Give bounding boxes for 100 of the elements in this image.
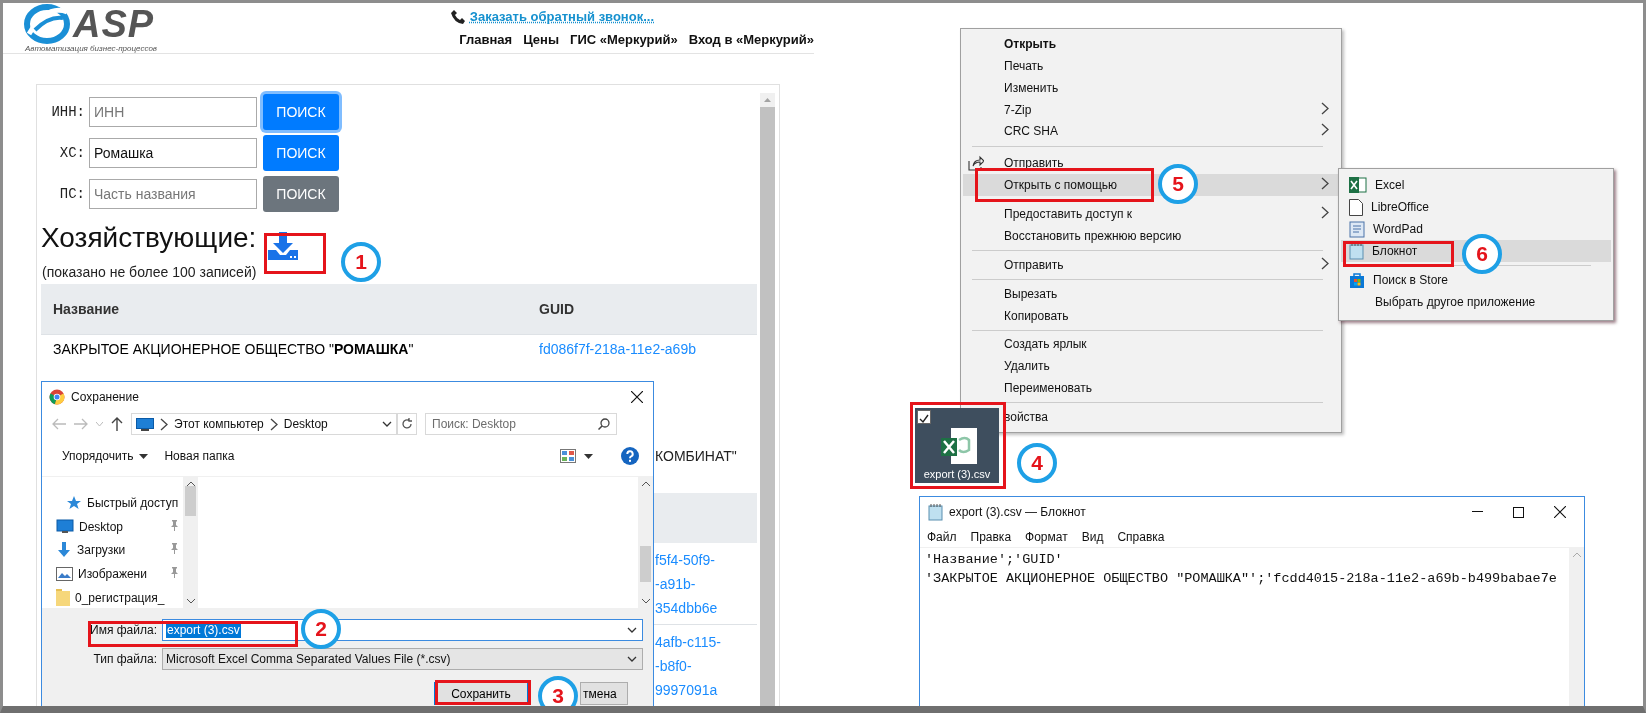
dropdown-chevron-icon[interactable]	[627, 627, 637, 633]
monitor-icon	[136, 417, 154, 431]
caret-icon	[584, 453, 593, 459]
nav-pane-item[interactable]: Загрузки	[42, 540, 183, 561]
submenu-chevron-icon	[1321, 256, 1329, 270]
menu-item[interactable]: Удалить	[963, 355, 1339, 378]
cancel-button[interactable]: тмена	[580, 682, 628, 705]
nav-link[interactable]: Цены	[523, 32, 559, 47]
scroll-down-icon[interactable]	[641, 599, 650, 604]
pin-icon	[170, 567, 179, 579]
scrollbar[interactable]	[638, 477, 653, 608]
menu-item[interactable]: Восстановить прежнюю версию	[963, 225, 1339, 247]
menu-item[interactable]: Вырезать	[963, 282, 1339, 305]
search-button[interactable]: ПОИСК	[263, 93, 339, 130]
nav-pane-item[interactable]: Быстрый доступ	[42, 493, 183, 514]
menu-bar-item[interactable]: Формат	[1025, 530, 1068, 544]
notepad-icon	[928, 503, 943, 521]
globe-logo-icon	[23, 4, 71, 44]
image-icon	[56, 567, 73, 582]
scroll-up-icon[interactable]	[641, 481, 650, 486]
highlight-frame	[264, 233, 326, 274]
nav-link[interactable]: Главная	[459, 32, 513, 47]
nav-link[interactable]: Вход в «Меркурий»	[688, 32, 814, 47]
menu-bar-item[interactable]: Вид	[1081, 530, 1104, 544]
text-line: 'ЗАКРЫТОЕ АКЦИОНЕРНОЕ ОБЩЕСТВО "РОМАШКА"';'fcdd4015-218a-11e2-a69b-b499babae7e	[925, 570, 1558, 588]
document-app-icon	[1349, 220, 1365, 238]
menu-item[interactable]: Изменить	[963, 76, 1339, 99]
scroll-thumb[interactable]	[640, 546, 651, 582]
window-title: export (3).csv — Блокнот	[949, 505, 1086, 519]
scrollbar[interactable]	[1569, 548, 1584, 706]
search-icon	[598, 418, 610, 430]
pin-icon	[170, 543, 179, 555]
monitor-icon	[56, 519, 74, 535]
breadcrumb-chevron-icon	[269, 417, 278, 431]
menu-item[interactable]: Печать	[963, 54, 1339, 77]
search-field[interactable]: ИНН	[89, 96, 257, 127]
minimize-icon[interactable]	[1472, 511, 1483, 513]
menu-bar-item[interactable]: Файл	[927, 530, 957, 544]
file-type-dropdown[interactable]: Microsoft Excel Comma Separated Values File (*.csv)	[162, 648, 643, 670]
new-folder-button[interactable]: Новая папка	[160, 446, 239, 466]
field-label: ПС:	[58, 185, 85, 202]
nav-pane-item[interactable]: Изображени	[42, 563, 183, 585]
desktop-file-icon[interactable]: export (3).csv	[915, 408, 999, 483]
search-field[interactable]: Поиск: Desktop	[425, 413, 617, 435]
close-icon[interactable]	[631, 391, 643, 403]
dropdown-chevron-icon[interactable]	[382, 421, 392, 427]
browser-icon	[49, 389, 65, 405]
scrollbar[interactable]	[183, 477, 198, 608]
dialog-title: Сохранение	[71, 390, 139, 404]
column-header: Название	[52, 301, 121, 317]
submenu-chevron-icon	[1321, 177, 1329, 191]
share-icon	[968, 155, 984, 172]
pin-icon	[170, 519, 179, 531]
search-button[interactable]: ПОИСК	[263, 134, 339, 171]
scroll-thumb[interactable]	[185, 486, 196, 516]
step-badge: 1	[341, 242, 381, 282]
field-label: Тип файла:	[92, 652, 158, 666]
menu-item[interactable]: Создать ярлык	[963, 333, 1339, 356]
address-bar[interactable]: Этот компьютер Desktop	[131, 413, 397, 435]
field-label: Имя файла:	[89, 623, 158, 637]
search-field[interactable]: Ромашка	[89, 137, 257, 168]
menu-item[interactable]: 7-Zip	[963, 98, 1339, 121]
view-options-icon[interactable]	[560, 449, 576, 463]
menu-bar-item[interactable]: Справка	[1117, 530, 1165, 544]
logo-tagline: Автоматизация бизнес-процессов	[25, 44, 158, 53]
menu-item[interactable]: Копировать	[963, 304, 1339, 327]
menu-item[interactable]: Excel	[1341, 174, 1611, 196]
close-icon[interactable]	[1554, 506, 1566, 518]
download-arrow-icon	[56, 542, 72, 559]
menu-bar-item[interactable]: Правка	[970, 530, 1012, 544]
checkbox[interactable]	[917, 410, 931, 424]
column-header: GUID	[538, 301, 574, 317]
scroll-down-icon[interactable]	[186, 599, 195, 604]
dropdown-chevron-icon	[627, 656, 637, 662]
logo-text: ASP	[73, 4, 155, 44]
organize-button[interactable]: Упорядочить	[58, 446, 153, 466]
menu-item[interactable]: Открыть	[963, 33, 1339, 55]
field-label: ИНН:	[50, 103, 85, 120]
nav-link[interactable]: ГИС «Меркурий»	[570, 32, 678, 47]
submenu-chevron-icon	[1321, 101, 1329, 115]
document-icon	[1349, 198, 1363, 216]
menu-item[interactable]: Выбрать другое приложение	[1341, 291, 1611, 313]
submenu-chevron-icon	[1321, 206, 1329, 220]
menu-item[interactable]: LibreOffice	[1341, 196, 1611, 218]
up-arrow-icon[interactable]	[111, 417, 123, 431]
refresh-icon[interactable]	[401, 418, 413, 430]
nav-pane-item[interactable]: 0_регистрация_	[42, 587, 183, 608]
table-cell-text: ЗАКРЫТОЕ АКЦИОНЕРНОЕ ОБЩЕСТВО "РОМАШКА"	[52, 341, 415, 357]
scrollbar[interactable]	[760, 93, 775, 706]
help-icon[interactable]	[621, 447, 639, 465]
breadcrumb-chevron-icon	[160, 417, 168, 431]
maximize-icon[interactable]	[1513, 506, 1524, 518]
nav-pane-item[interactable]: Desktop	[42, 516, 183, 538]
step-badge: 4	[1017, 443, 1057, 483]
menu-item[interactable]: CRC SHA	[963, 120, 1339, 143]
download-icon[interactable]	[266, 232, 301, 262]
menu-item[interactable]: Отправить	[963, 253, 1339, 276]
menu-item[interactable]: Предоставить доступ к	[963, 203, 1339, 225]
menu-item[interactable]: Переименовать	[963, 377, 1339, 400]
callback-link[interactable]: Заказать обратный звонок...	[469, 9, 654, 24]
